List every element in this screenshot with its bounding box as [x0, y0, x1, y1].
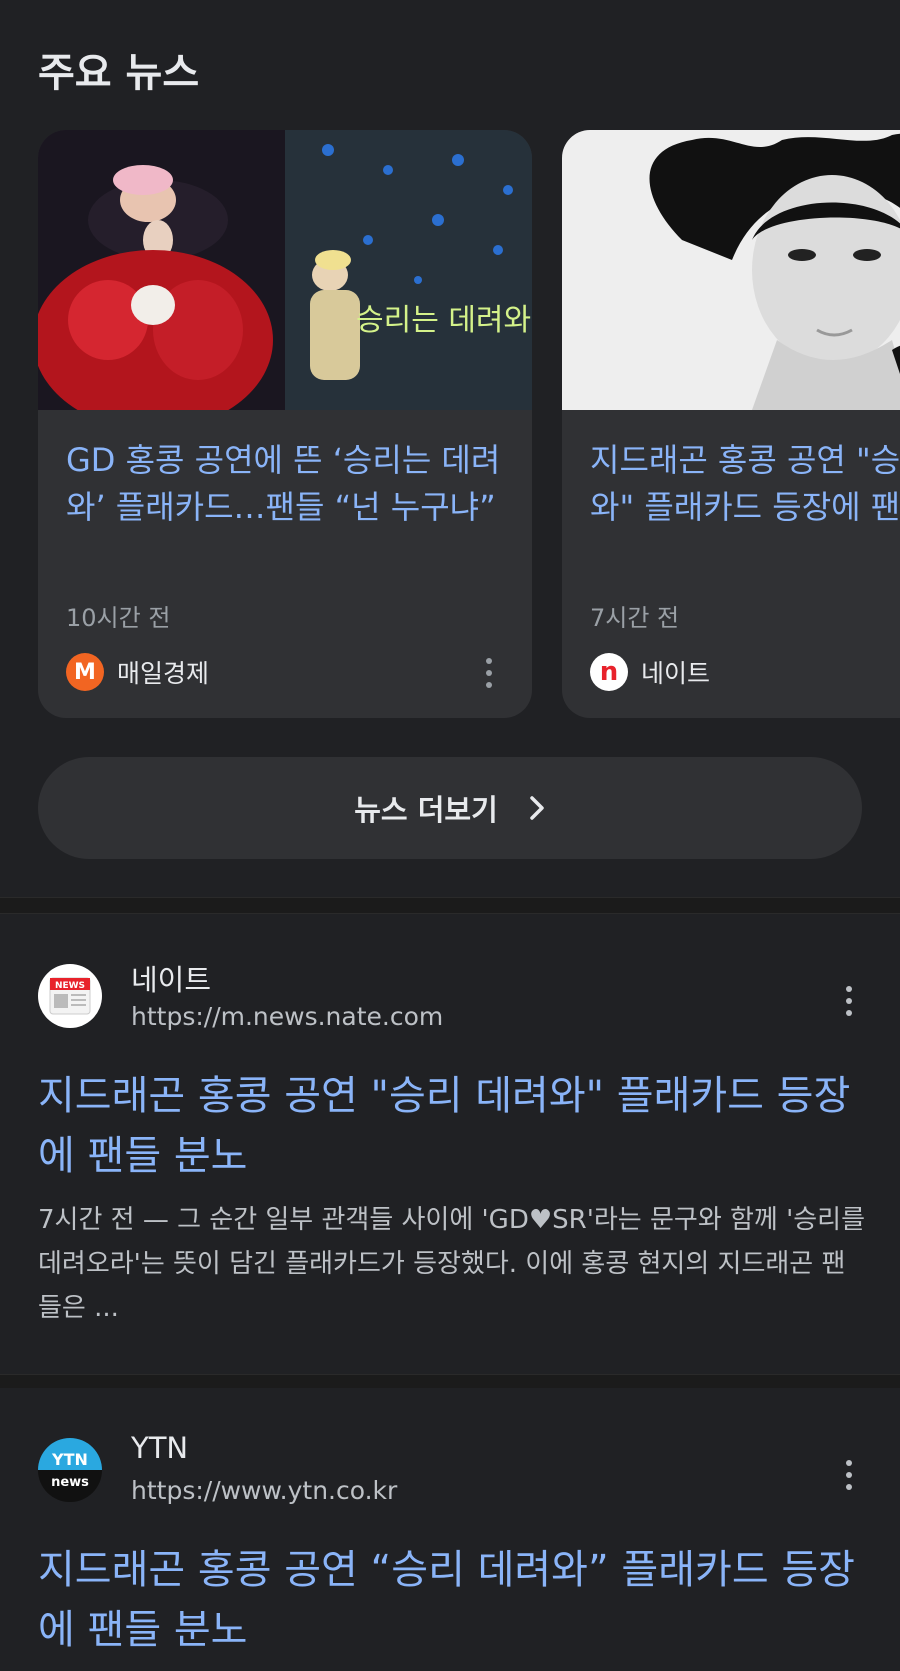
card-time: 7시간 전 [590, 604, 680, 632]
card-source: n 네이트 [590, 652, 710, 692]
card-title[interactable]: GD 홍콩 공연에 뜬 ‘승리는 데려와’ 플래카드…팬들 “넌 누구냐” [66, 437, 506, 531]
nate-news-favicon: NEWS [38, 964, 102, 1028]
site-url[interactable]: https://www.ytn.co.kr [131, 1476, 397, 1505]
news-card[interactable]: 승리는 데려와 GD 홍콩 공연에 뜬 ‘승리는 데려와’ 플래카드…팬들 “넌… [38, 130, 532, 718]
top-news-section: 주요 뉴스 승리는 데려와 GD 홍콩 공연에 뜬 ‘승리는 데려와’ 플래카드… [0, 0, 900, 897]
more-vert-icon[interactable] [476, 658, 502, 688]
more-vert-icon[interactable] [836, 1460, 862, 1490]
svg-text:news: news [51, 1475, 89, 1490]
card-source: M 매일경제 [66, 652, 209, 692]
card-title[interactable]: 지드래곤 홍콩 공연 "승리 데려와" 플래카드 등장에 팬들 분노 [590, 437, 900, 531]
search-result[interactable]: NEWS 네이트 https://m.news.nate.com 지드래곤 홍콩… [0, 914, 900, 1374]
news-thumbnail [562, 130, 900, 410]
news-carousel[interactable]: 승리는 데려와 GD 홍콩 공연에 뜬 ‘승리는 데려와’ 플래카드…팬들 “넌… [0, 130, 900, 720]
chevron-right-icon [530, 796, 544, 820]
section-divider [0, 897, 900, 914]
result-title[interactable]: 지드래곤 홍콩 공연 “승리 데려와” 플래카드 등장에 팬들 분노 [38, 1540, 868, 1660]
result-snippet: 7시간 전 — 그 순간 일부 관객들 사이에 'GD♥SR'라는 문구와 함께… [38, 1205, 866, 1323]
news-thumbnail: 승리는 데려와 [38, 130, 532, 410]
site-url[interactable]: https://m.news.nate.com [131, 1002, 443, 1031]
news-card[interactable]: 지드래곤 홍콩 공연 "승리 데려와" 플래카드 등장에 팬들 분노 7시간 전… [562, 130, 900, 718]
search-result[interactable]: YTN news YTN https://www.ytn.co.kr 지드래곤 … [0, 1388, 900, 1671]
result-title[interactable]: 지드래곤 홍콩 공연 "승리 데려와" 플래카드 등장에 팬들 분노 [38, 1066, 868, 1186]
site-name: 네이트 [131, 963, 212, 997]
nate-logo: n [590, 653, 628, 691]
more-vert-icon[interactable] [836, 986, 862, 1016]
site-name: YTN [131, 1431, 189, 1465]
source-name: 매일경제 [117, 659, 210, 688]
source-name: 네이트 [641, 659, 711, 688]
svg-text:승리는 데려와: 승리는 데려와 [356, 303, 531, 338]
card-time: 10시간 전 [66, 604, 171, 632]
section-title: 주요 뉴스 [38, 50, 200, 96]
more-news-button[interactable]: 뉴스 더보기 [38, 757, 862, 859]
maeil-logo: M [66, 653, 104, 691]
ytn-favicon: YTN news [38, 1438, 102, 1502]
more-news-label: 뉴스 더보기 [354, 793, 498, 827]
svg-text:NEWS: NEWS [55, 981, 85, 991]
svg-text:YTN: YTN [51, 1450, 88, 1469]
